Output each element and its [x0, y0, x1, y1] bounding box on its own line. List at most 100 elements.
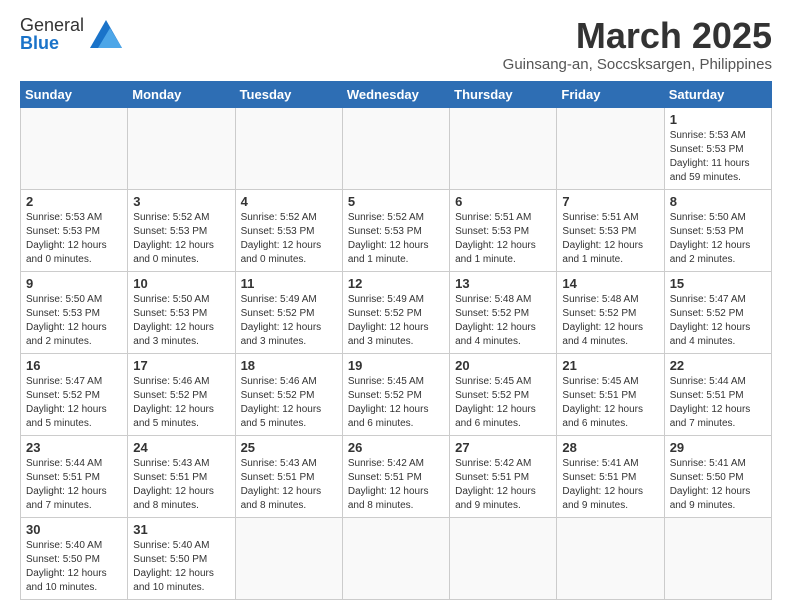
weekday-header-wednesday: Wednesday	[342, 81, 449, 107]
day-number: 2	[26, 194, 122, 209]
day-number: 3	[133, 194, 229, 209]
day-info: Sunrise: 5:41 AMSunset: 5:50 PMDaylight:…	[670, 457, 766, 513]
week-row-0: 1 Sunrise: 5:53 AMSunset: 5:53 PMDaylight…	[21, 107, 772, 189]
day-info: Sunrise: 5:45 AMSunset: 5:52 PMDaylight:…	[348, 375, 444, 431]
day-info: Sunrise: 5:46 AMSunset: 5:52 PMDaylight:…	[133, 375, 229, 431]
day-number: 28	[562, 440, 658, 455]
calendar-cell: 6 Sunrise: 5:51 AMSunset: 5:53 PMDaylight…	[450, 189, 557, 271]
day-number: 15	[670, 276, 766, 291]
calendar-cell: 23 Sunrise: 5:44 AMSunset: 5:51 PMDayligh…	[21, 435, 128, 517]
calendar-cell: 8 Sunrise: 5:50 AMSunset: 5:53 PMDaylight…	[664, 189, 771, 271]
day-info: Sunrise: 5:49 AMSunset: 5:52 PMDaylight:…	[348, 293, 444, 349]
weekday-header-friday: Friday	[557, 81, 664, 107]
week-row-2: 9 Sunrise: 5:50 AMSunset: 5:53 PMDaylight…	[21, 271, 772, 353]
day-info: Sunrise: 5:50 AMSunset: 5:53 PMDaylight:…	[670, 211, 766, 267]
calendar-cell: 1 Sunrise: 5:53 AMSunset: 5:53 PMDaylight…	[664, 107, 771, 189]
calendar-subtitle: Guinsang-an, Soccsksargen, Philippines	[503, 56, 772, 73]
day-info: Sunrise: 5:49 AMSunset: 5:52 PMDaylight:…	[241, 293, 337, 349]
day-number: 11	[241, 276, 337, 291]
day-info: Sunrise: 5:45 AMSunset: 5:51 PMDaylight:…	[562, 375, 658, 431]
day-info: Sunrise: 5:42 AMSunset: 5:51 PMDaylight:…	[348, 457, 444, 513]
calendar-cell: 27Sunrise: 5:42 AMSunset: 5:51 PMDayligh…	[450, 435, 557, 517]
header: General Blue March 2025 Guinsang-an, Soc…	[20, 16, 772, 73]
week-row-5: 30 Sunrise: 5:40 AMSunset: 5:50 PMDayligh…	[21, 517, 772, 599]
day-number: 18	[241, 358, 337, 373]
calendar-title: March 2025	[503, 16, 772, 56]
calendar-cell: 17 Sunrise: 5:46 AMSunset: 5:52 PMDayligh…	[128, 353, 235, 435]
day-info: Sunrise: 5:48 AMSunset: 5:52 PMDaylight:…	[562, 293, 658, 349]
day-info: Sunrise: 5:47 AMSunset: 5:52 PMDaylight:…	[26, 375, 122, 431]
day-number: 8	[670, 194, 766, 209]
day-number: 9	[26, 276, 122, 291]
logo-area: General Blue	[20, 16, 122, 52]
day-number: 31	[133, 522, 229, 537]
day-info: Sunrise: 5:52 AMSunset: 5:53 PMDaylight:…	[133, 211, 229, 267]
day-info: Sunrise: 5:52 AMSunset: 5:53 PMDaylight:…	[241, 211, 337, 267]
calendar-cell	[557, 517, 664, 599]
day-number: 22	[670, 358, 766, 373]
calendar-cell: 29 Sunrise: 5:41 AMSunset: 5:50 PMDayligh…	[664, 435, 771, 517]
day-info: Sunrise: 5:40 AMSunset: 5:50 PMDaylight:…	[133, 539, 229, 595]
day-info: Sunrise: 5:42 AMSunset: 5:51 PMDaylight:…	[455, 457, 551, 513]
title-area: March 2025 Guinsang-an, Soccsksargen, Ph…	[503, 16, 772, 73]
day-number: 25	[241, 440, 337, 455]
day-number: 20	[455, 358, 551, 373]
day-number: 30	[26, 522, 122, 537]
calendar-cell: 11 Sunrise: 5:49 AMSunset: 5:52 PMDayligh…	[235, 271, 342, 353]
calendar-cell	[342, 517, 449, 599]
weekday-header-sunday: Sunday	[21, 81, 128, 107]
logo-general: General	[20, 15, 84, 35]
day-number: 4	[241, 194, 337, 209]
calendar-cell: 19Sunrise: 5:45 AMSunset: 5:52 PMDayligh…	[342, 353, 449, 435]
day-number: 1	[670, 112, 766, 127]
calendar-cell: 5Sunrise: 5:52 AMSunset: 5:53 PMDaylight…	[342, 189, 449, 271]
week-row-4: 23 Sunrise: 5:44 AMSunset: 5:51 PMDayligh…	[21, 435, 772, 517]
calendar-cell: 30Sunrise: 5:40 AMSunset: 5:50 PMDayligh…	[21, 517, 128, 599]
day-info: Sunrise: 5:43 AMSunset: 5:51 PMDaylight:…	[133, 457, 229, 513]
calendar-cell: 26 Sunrise: 5:42 AMSunset: 5:51 PMDayligh…	[342, 435, 449, 517]
calendar-cell	[450, 107, 557, 189]
calendar-cell	[21, 107, 128, 189]
calendar-cell: 12 Sunrise: 5:49 AMSunset: 5:52 PMDayligh…	[342, 271, 449, 353]
day-number: 17	[133, 358, 229, 373]
day-info: Sunrise: 5:50 AMSunset: 5:53 PMDaylight:…	[133, 293, 229, 349]
week-row-1: 2Sunrise: 5:53 AMSunset: 5:53 PMDaylight…	[21, 189, 772, 271]
calendar-cell	[664, 517, 771, 599]
day-info: Sunrise: 5:48 AMSunset: 5:52 PMDaylight:…	[455, 293, 551, 349]
weekday-header-row: SundayMondayTuesdayWednesdayThursdayFrid…	[21, 81, 772, 107]
day-info: Sunrise: 5:41 AMSunset: 5:51 PMDaylight:…	[562, 457, 658, 513]
day-info: Sunrise: 5:52 AMSunset: 5:53 PMDaylight:…	[348, 211, 444, 267]
calendar-cell: 15 Sunrise: 5:47 AMSunset: 5:52 PMDayligh…	[664, 271, 771, 353]
day-number: 29	[670, 440, 766, 455]
day-number: 23	[26, 440, 122, 455]
calendar-cell	[235, 517, 342, 599]
day-info: Sunrise: 5:46 AMSunset: 5:52 PMDaylight:…	[241, 375, 337, 431]
calendar-cell: 22Sunrise: 5:44 AMSunset: 5:51 PMDayligh…	[664, 353, 771, 435]
day-info: Sunrise: 5:43 AMSunset: 5:51 PMDaylight:…	[241, 457, 337, 513]
calendar-cell: 4 Sunrise: 5:52 AMSunset: 5:53 PMDaylight…	[235, 189, 342, 271]
day-number: 10	[133, 276, 229, 291]
weekday-header-monday: Monday	[128, 81, 235, 107]
calendar-cell	[557, 107, 664, 189]
day-info: Sunrise: 5:51 AMSunset: 5:53 PMDaylight:…	[455, 211, 551, 267]
week-row-3: 16 Sunrise: 5:47 AMSunset: 5:52 PMDayligh…	[21, 353, 772, 435]
day-number: 24	[133, 440, 229, 455]
calendar-cell: 9Sunrise: 5:50 AMSunset: 5:53 PMDaylight…	[21, 271, 128, 353]
day-number: 12	[348, 276, 444, 291]
day-info: Sunrise: 5:45 AMSunset: 5:52 PMDaylight:…	[455, 375, 551, 431]
logo-blue: Blue	[20, 33, 59, 53]
calendar-cell	[342, 107, 449, 189]
day-info: Sunrise: 5:53 AMSunset: 5:53 PMDaylight:…	[670, 129, 766, 185]
day-info: Sunrise: 5:44 AMSunset: 5:51 PMDaylight:…	[26, 457, 122, 513]
day-number: 16	[26, 358, 122, 373]
day-info: Sunrise: 5:51 AMSunset: 5:53 PMDaylight:…	[562, 211, 658, 267]
day-number: 7	[562, 194, 658, 209]
day-number: 26	[348, 440, 444, 455]
calendar-cell: 20 Sunrise: 5:45 AMSunset: 5:52 PMDayligh…	[450, 353, 557, 435]
calendar-table: SundayMondayTuesdayWednesdayThursdayFrid…	[20, 81, 772, 600]
day-info: Sunrise: 5:47 AMSunset: 5:52 PMDaylight:…	[670, 293, 766, 349]
day-number: 6	[455, 194, 551, 209]
logo-icon	[90, 20, 122, 48]
calendar-cell: 3 Sunrise: 5:52 AMSunset: 5:53 PMDaylight…	[128, 189, 235, 271]
calendar-cell: 31 Sunrise: 5:40 AMSunset: 5:50 PMDayligh…	[128, 517, 235, 599]
